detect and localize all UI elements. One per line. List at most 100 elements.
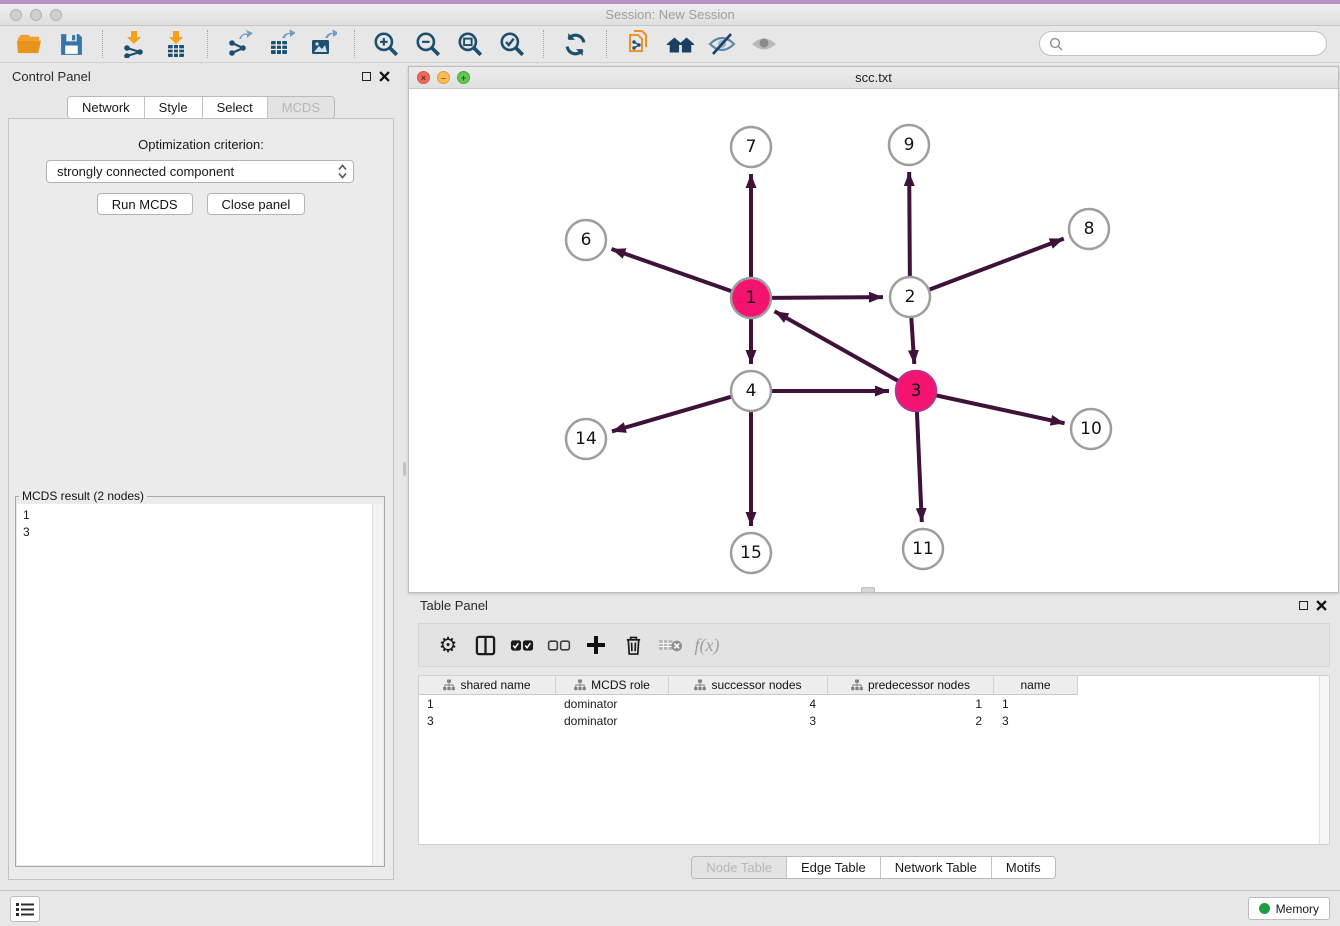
- mcds-result-group: MCDS result (2 nodes) 13: [15, 489, 385, 867]
- result-scrollbar[interactable]: [372, 504, 383, 865]
- tab-style[interactable]: Style: [144, 97, 202, 118]
- export-table-button[interactable]: [265, 28, 297, 60]
- edge-2-8[interactable]: [929, 239, 1064, 290]
- edge-1-6[interactable]: [611, 249, 732, 291]
- node-label: 8: [1084, 219, 1095, 239]
- run-mcds-button[interactable]: Run MCDS: [97, 193, 193, 215]
- edge-4-14[interactable]: [612, 397, 732, 432]
- hide-selected-button[interactable]: [706, 28, 738, 60]
- search-field[interactable]: [1039, 31, 1327, 56]
- table-settings-button[interactable]: ⚙: [435, 632, 461, 658]
- close-table-panel-icon[interactable]: [1316, 600, 1327, 611]
- show-all-button[interactable]: [748, 28, 780, 60]
- column-header-shared-name[interactable]: shared name: [419, 676, 556, 695]
- edge-2-9[interactable]: [909, 172, 910, 277]
- table-panel-title: Table Panel: [420, 598, 488, 613]
- zoom-fit-button[interactable]: [454, 28, 486, 60]
- select-all-button[interactable]: [509, 632, 535, 658]
- delete-column-button[interactable]: [620, 632, 646, 658]
- tab-edge-table[interactable]: Edge Table: [786, 857, 880, 878]
- column-header-successor-nodes[interactable]: successor nodes: [669, 676, 828, 695]
- zoom-out-button[interactable]: [412, 28, 444, 60]
- refresh-layout-button[interactable]: [559, 28, 591, 60]
- zoom-selected-button[interactable]: [496, 28, 528, 60]
- export-table-icon: [267, 30, 295, 58]
- table-row[interactable]: 1dominator411: [419, 695, 1329, 712]
- add-column-button[interactable]: [583, 632, 609, 658]
- node-14[interactable]: 14: [566, 419, 606, 459]
- node-label: 4: [746, 381, 757, 401]
- node-1[interactable]: 1: [731, 278, 771, 318]
- splitter-grip[interactable]: [403, 462, 406, 476]
- node-table: shared name MCDS rolesuccessor nodesprede…: [418, 675, 1330, 845]
- zoom-in-button[interactable]: [370, 28, 402, 60]
- mcds-result-box: 13: [17, 504, 383, 865]
- node-8[interactable]: 8: [1069, 209, 1109, 249]
- tab-network[interactable]: Network: [68, 97, 144, 118]
- close-panel-icon[interactable]: [379, 71, 390, 82]
- edge-3-1[interactable]: [775, 311, 899, 381]
- float-panel-icon[interactable]: [362, 72, 371, 81]
- edge-3-10[interactable]: [936, 395, 1065, 423]
- tab-motifs[interactable]: Motifs: [991, 857, 1055, 878]
- node-11[interactable]: 11: [903, 529, 943, 569]
- edge-2-3[interactable]: [911, 317, 914, 364]
- control-panel-title: Control Panel: [12, 69, 91, 84]
- network-window-title: scc.txt: [409, 70, 1338, 85]
- table-cell: 1: [419, 697, 556, 711]
- network-graph[interactable]: 1 2 3 4 6 7 8 9 10 11 14 15: [409, 89, 1338, 592]
- memory-status-icon: [1259, 903, 1270, 914]
- attribute-tree-icon: [574, 679, 586, 691]
- import-table-button[interactable]: [160, 28, 192, 60]
- memory-label: Memory: [1276, 902, 1319, 916]
- edge-1-2[interactable]: [771, 297, 883, 298]
- table-toolbar: ⚙ f(x): [418, 623, 1330, 667]
- node-10[interactable]: 10: [1071, 409, 1111, 449]
- node-7[interactable]: 7: [731, 127, 771, 167]
- node-2[interactable]: 2: [890, 277, 930, 317]
- export-image-button[interactable]: [307, 28, 339, 60]
- checked-boxes-icon: [510, 639, 534, 652]
- delete-table-button[interactable]: [657, 632, 683, 658]
- tab-select[interactable]: Select: [202, 97, 267, 118]
- float-table-panel-icon[interactable]: [1299, 601, 1308, 610]
- tab-network-table[interactable]: Network Table: [880, 857, 991, 878]
- node-9[interactable]: 9: [889, 125, 929, 165]
- zoom-selected-icon: [498, 30, 526, 58]
- show-columns-button[interactable]: [472, 632, 498, 658]
- deselect-all-button[interactable]: [546, 632, 572, 658]
- column-header-mcds-role[interactable]: MCDS role: [556, 676, 669, 695]
- function-builder-button[interactable]: f(x): [694, 632, 720, 658]
- tab-node-table[interactable]: Node Table: [692, 857, 786, 878]
- open-session-button[interactable]: [13, 28, 45, 60]
- import-network-icon: [120, 30, 148, 58]
- zoom-fit-icon: [456, 30, 484, 58]
- column-header-predecessor-nodes[interactable]: predecessor nodes: [828, 676, 994, 695]
- table-scrollbar[interactable]: [1319, 676, 1329, 844]
- save-session-button[interactable]: [55, 28, 87, 60]
- toolbar-separator: [543, 30, 544, 58]
- close-panel-button[interactable]: Close panel: [207, 193, 306, 215]
- table-cell: 4: [669, 697, 828, 711]
- result-line: 1: [23, 507, 377, 524]
- node-15[interactable]: 15: [731, 533, 771, 573]
- tab-mcds[interactable]: MCDS: [267, 97, 334, 118]
- search-input[interactable]: [1063, 34, 1326, 54]
- edge-3-11[interactable]: [917, 411, 922, 522]
- memory-button[interactable]: Memory: [1248, 897, 1330, 920]
- duplicate-network-button[interactable]: [622, 28, 654, 60]
- column-label: shared name: [460, 678, 530, 692]
- network-window-titlebar[interactable]: × – + scc.txt: [409, 67, 1338, 89]
- node-3[interactable]: 3: [896, 371, 936, 411]
- home-views-button[interactable]: [664, 28, 696, 60]
- node-label: 2: [905, 287, 916, 307]
- import-network-button[interactable]: [118, 28, 150, 60]
- table-row[interactable]: 3dominator323: [419, 712, 1329, 729]
- column-header-name[interactable]: name: [994, 676, 1078, 695]
- export-network-button[interactable]: [223, 28, 255, 60]
- task-history-button[interactable]: [10, 896, 40, 922]
- node-4[interactable]: 4: [731, 371, 771, 411]
- criterion-select[interactable]: strongly connected component: [46, 160, 354, 183]
- node-6[interactable]: 6: [566, 220, 606, 260]
- control-panel-tabs: NetworkStyleSelectMCDS: [67, 96, 335, 119]
